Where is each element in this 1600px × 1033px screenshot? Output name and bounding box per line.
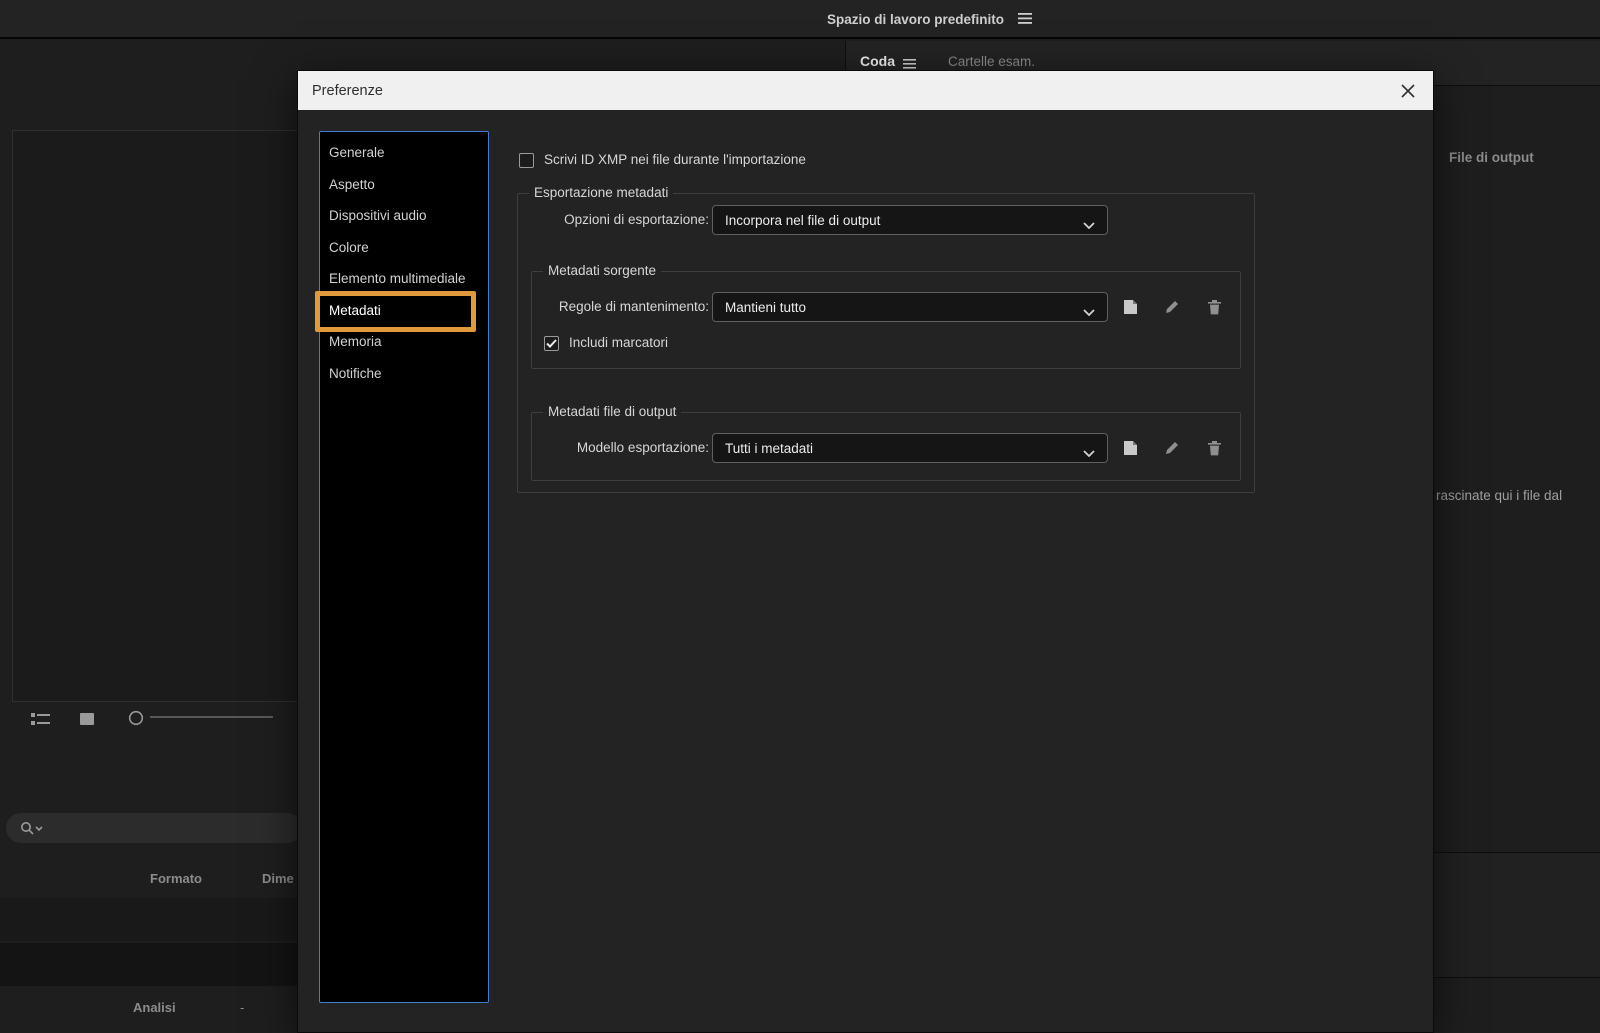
export-metadata-group-title: Esportazione metadati — [529, 185, 674, 200]
list-view-button[interactable] — [30, 710, 52, 728]
search-icon — [21, 821, 43, 835]
retention-rules-label: Regole di mantenimento: — [558, 299, 709, 314]
tab-watch-folders[interactable]: Cartelle esam. — [948, 54, 1035, 69]
search-input[interactable] — [6, 813, 302, 843]
export-options-label: Opzioni di esportazione: — [564, 212, 709, 227]
output-metadata-group-title: Metadati file di output — [543, 404, 682, 419]
include-markers-label: Includi marcatori — [569, 335, 669, 350]
thumbnail-view-button[interactable] — [76, 710, 98, 728]
delete-template-button[interactable] — [1204, 438, 1224, 458]
export-options-value: Incorpora nel file di output — [725, 212, 881, 228]
analysis-label: Analisi — [133, 1000, 176, 1015]
table-row — [0, 898, 310, 941]
sidebar-item-colore[interactable]: Colore — [320, 232, 488, 264]
pencil-icon — [1166, 442, 1178, 454]
xmp-id-checkbox[interactable] — [519, 153, 534, 168]
table-row — [0, 943, 310, 986]
sidebar-item-notifiche[interactable]: Notifiche — [320, 358, 488, 390]
pencil-icon — [1166, 301, 1178, 313]
list-view-icon — [31, 713, 50, 725]
zoom-circle-icon — [128, 710, 144, 726]
workspace-label[interactable]: Spazio di lavoro predefinito — [827, 12, 1004, 27]
zoom-button[interactable] — [125, 709, 147, 727]
sidebar-item-elemento-multimediale[interactable]: Elemento multimediale — [320, 263, 488, 295]
analysis-value: - — [240, 1000, 245, 1015]
dialog-title: Preferenze — [312, 82, 383, 99]
include-markers-checkbox[interactable] — [544, 336, 559, 351]
zoom-slider[interactable] — [150, 716, 273, 718]
export-template-label: Modello esportazione: — [576, 440, 709, 455]
top-bar: Spazio di lavoro predefinito — [0, 0, 1600, 39]
workspace-switcher[interactable]: Spazio di lavoro predefinito — [827, 0, 1033, 39]
drop-files-hint: rascinate qui i file dal — [1436, 488, 1563, 503]
check-icon — [546, 339, 557, 348]
new-template-button[interactable] — [1120, 438, 1140, 458]
sidebar-item-dispositivi-audio[interactable]: Dispositivi audio — [320, 200, 488, 232]
chevron-down-icon — [1083, 445, 1095, 460]
hamburger-menu-icon[interactable] — [1018, 11, 1033, 29]
sidebar-item-metadati[interactable]: Metadati — [320, 295, 488, 327]
retention-rules-select[interactable]: Mantieni tutto — [712, 292, 1108, 322]
chevron-down-icon — [1083, 304, 1095, 319]
trash-icon — [1207, 441, 1221, 456]
dialog-titlebar: Preferenze — [298, 71, 1433, 110]
tab-queue[interactable]: Coda — [860, 53, 895, 69]
output-file-column-header: File di output — [1449, 150, 1534, 165]
new-preset-button[interactable] — [1120, 297, 1140, 317]
source-metadata-group-title: Metadati sorgente — [543, 263, 662, 278]
preferences-sidebar: Generale Aspetto Dispositivi audio Color… — [319, 131, 489, 1003]
new-preset-icon — [1123, 441, 1137, 455]
chevron-down-icon — [1083, 217, 1095, 232]
xmp-id-checkbox-label: Scrivi ID XMP nei file durante l'importa… — [544, 152, 806, 167]
new-preset-icon — [1123, 300, 1137, 314]
export-template-select[interactable]: Tutti i metadati — [712, 433, 1108, 463]
sidebar-item-generale[interactable]: Generale — [320, 137, 488, 169]
sidebar-item-memoria[interactable]: Memoria — [320, 326, 488, 358]
app-window: Spazio di lavoro predefinito Formato Dim… — [0, 0, 1600, 1033]
delete-preset-button[interactable] — [1204, 297, 1224, 317]
format-column-header: Formato — [150, 871, 202, 886]
export-options-select[interactable]: Incorpora nel file di output — [712, 205, 1108, 235]
dimensions-column-header: Dime — [262, 871, 294, 886]
trash-icon — [1207, 300, 1221, 315]
preferences-dialog: Preferenze Generale Aspetto Dispositivi … — [297, 70, 1434, 1033]
thumbnail-view-icon — [80, 713, 94, 725]
close-icon — [1401, 84, 1415, 98]
edit-template-button[interactable] — [1162, 438, 1182, 458]
sidebar-item-aspetto[interactable]: Aspetto — [320, 169, 488, 201]
export-template-value: Tutti i metadati — [725, 440, 814, 456]
retention-rules-value: Mantieni tutto — [725, 299, 807, 315]
close-button[interactable] — [1395, 78, 1421, 104]
edit-preset-button[interactable] — [1162, 297, 1182, 317]
